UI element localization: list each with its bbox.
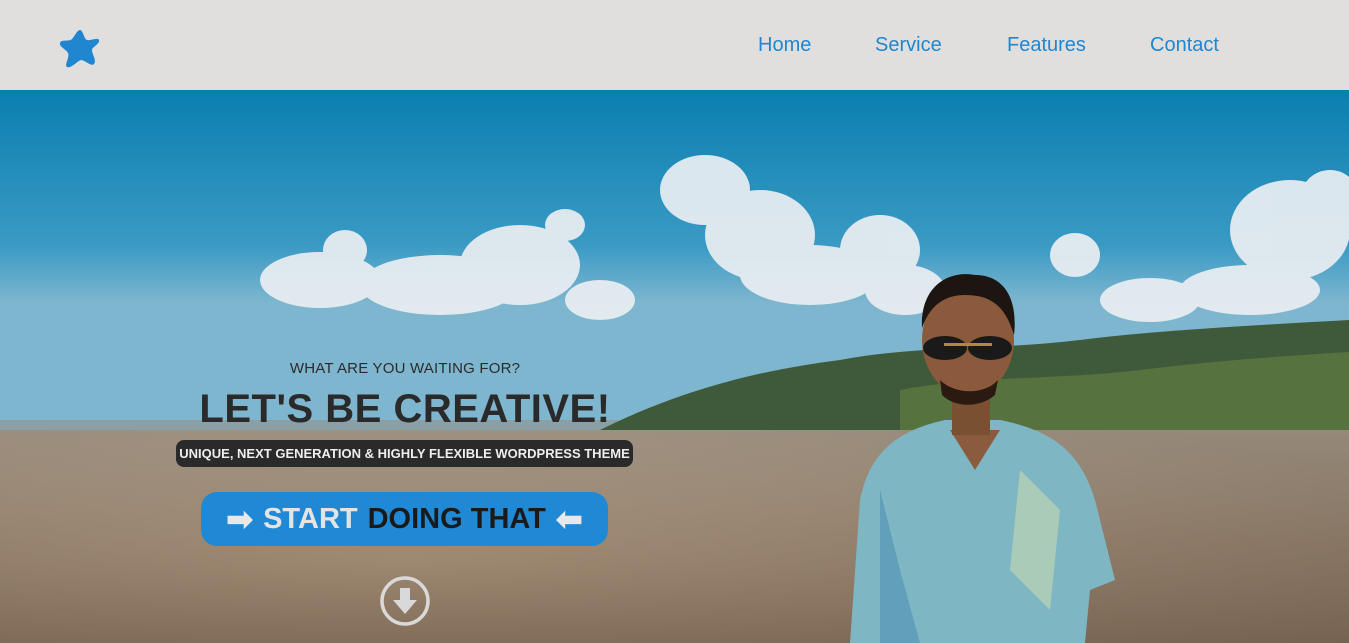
hero-background-image bbox=[0, 90, 1349, 643]
star-blob-icon[interactable] bbox=[58, 27, 102, 71]
start-doing-that-button[interactable]: ➡ START DOING THAT ⬅ bbox=[201, 492, 608, 546]
hero-headline: LET'S BE CREATIVE! bbox=[199, 387, 611, 431]
navbar: Home Service Features Contact bbox=[0, 0, 1349, 90]
arrow-left-icon: ⬅ bbox=[555, 501, 583, 537]
nav-link-home[interactable]: Home bbox=[758, 34, 811, 57]
arrow-right-icon: ➡ bbox=[226, 501, 254, 537]
hero-section: WHAT ARE YOU WAITING FOR? LET'S BE CREAT… bbox=[0, 90, 1349, 643]
cta-label-rest: DOING THAT bbox=[367, 502, 546, 535]
nav-link-features[interactable]: Features bbox=[1007, 34, 1086, 57]
nav-link-contact[interactable]: Contact bbox=[1150, 34, 1219, 57]
cta-label-start: START bbox=[263, 502, 358, 535]
arrow-down-circle-icon[interactable] bbox=[379, 575, 431, 627]
nav-link-service[interactable]: Service bbox=[875, 34, 942, 57]
hero-kicker: WHAT ARE YOU WAITING FOR? bbox=[289, 360, 521, 377]
hero-tagline: UNIQUE, NEXT GENERATION & HIGHLY FLEXIBL… bbox=[176, 440, 633, 467]
